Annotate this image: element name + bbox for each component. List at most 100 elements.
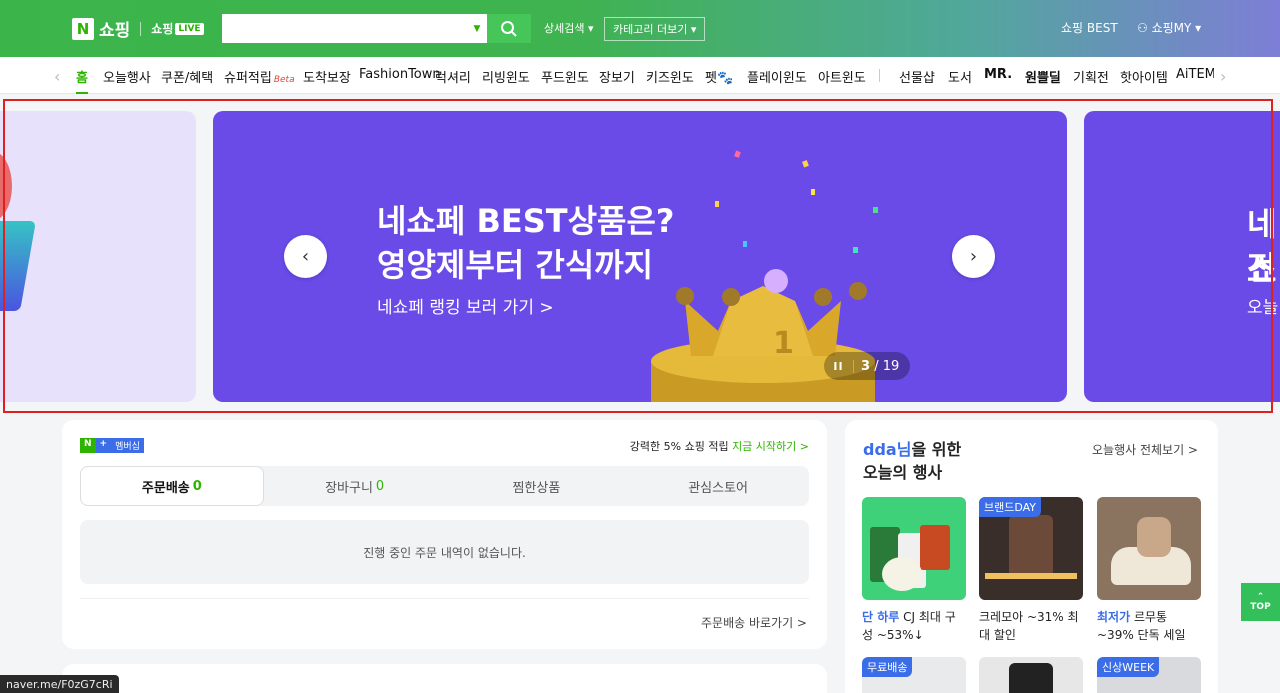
- top-label: TOP: [1250, 602, 1271, 612]
- nav-item-food[interactable]: 푸드윈도: [541, 67, 589, 86]
- total-pages: / 19: [874, 358, 900, 374]
- category-more-button[interactable]: 카테고리 더보기 ▾: [604, 17, 706, 41]
- event-text: 크레모아 ~31% 최대 할인: [979, 608, 1083, 644]
- chevron-left-icon: ‹: [301, 246, 310, 267]
- chevron-down-icon[interactable]: ▼: [467, 14, 487, 43]
- event-text: 단 하루 CJ 최대 구성 ~53%↓: [862, 608, 966, 644]
- event-card[interactable]: 최저가 르무통 ~39% 단독 세일: [1097, 497, 1201, 644]
- page-counter: 3 / 19: [854, 359, 899, 374]
- membership-panel: N + 멤버십 강력한 5% 쇼핑 적립 지금 시작하기 > 주문배송 0 장바구…: [62, 420, 827, 649]
- banner-carousel: 네쇼페 BEST상품은? 영양제부터 간식까지 네쇼페 랭킹 보러 가기 > 1: [0, 99, 1280, 413]
- nav-item-delivery[interactable]: 도착보장: [303, 67, 351, 86]
- naver-n-icon: N: [72, 17, 94, 40]
- tab-wishlist[interactable]: 찜한상품: [446, 466, 628, 506]
- pause-icon[interactable]: II: [824, 359, 854, 373]
- user-name: dda님: [863, 440, 912, 459]
- badge-n: N: [80, 438, 96, 453]
- scroll-top-button[interactable]: ⌃ TOP: [1241, 583, 1280, 621]
- tab-count: 0: [375, 478, 385, 494]
- event-card[interactable]: 단 하루 CJ 최대 구성 ~53%↓: [862, 497, 966, 644]
- chevron-up-icon: ⌃: [1256, 592, 1265, 602]
- banner-slide-next[interactable]: 네쇼 전 오늘: [1084, 111, 1280, 402]
- nav-item-promotion[interactable]: 기획전: [1073, 67, 1109, 86]
- nav-item-luxury[interactable]: 럭셔리: [435, 67, 471, 86]
- nav-item-grocery[interactable]: 장보기: [599, 67, 635, 86]
- tab-stores[interactable]: 관심스토어: [627, 466, 809, 506]
- shopping-my-link[interactable]: ⚇ 쇼핑MY ▾: [1137, 19, 1201, 36]
- event-image: 브랜드DAY: [979, 497, 1083, 600]
- search-icon: [501, 20, 517, 37]
- tab-count: 0: [192, 478, 202, 494]
- nav-item-aitems[interactable]: AiTEMS: [1176, 67, 1214, 82]
- nav-item-coupon[interactable]: 쿠폰/혜택: [161, 67, 213, 86]
- nav-item-art[interactable]: 아트윈도: [818, 67, 866, 86]
- event-card[interactable]: 신상WEEK: [1097, 657, 1201, 693]
- event-highlight: 단 하루: [862, 610, 900, 624]
- nav-item-mr[interactable]: MR.: [984, 67, 1012, 82]
- product-shape: [882, 557, 922, 591]
- event-tag: 브랜드DAY: [979, 497, 1042, 517]
- nav-item-fashiontown[interactable]: FashionTown: [359, 67, 441, 82]
- search-input[interactable]: [222, 14, 467, 43]
- naver-shopping-logo[interactable]: N 쇼핑 쇼핑 LIVE: [72, 16, 204, 41]
- nav-label: 슈퍼적립: [224, 71, 272, 86]
- detail-search-link[interactable]: 상세검색 ▾: [544, 20, 594, 36]
- nav-item-super-points[interactable]: 슈퍼적립 Beta: [224, 67, 295, 86]
- shopping-best-link[interactable]: 쇼핑 BEST: [1061, 19, 1118, 36]
- nav-item-books[interactable]: 도서: [948, 67, 972, 86]
- today-events-panel: dda님을 위한 오늘의 행사 오늘행사 전체보기 > 단 하루 CJ 최대 구…: [845, 420, 1218, 693]
- nav-item-pet[interactable]: 펫🐾: [705, 67, 733, 86]
- events-all-link[interactable]: 오늘행사 전체보기 >: [1092, 441, 1198, 458]
- user-icon: ⚇: [1137, 21, 1148, 35]
- event-image: [1097, 497, 1201, 600]
- membership-promo[interactable]: 강력한 5% 쇼핑 적립 지금 시작하기 >: [630, 438, 809, 454]
- nav-item-home[interactable]: 홈: [76, 67, 88, 94]
- category-nav: ‹ 홈 오늘행사 쿠폰/혜택 슈퍼적립 Beta 도착보장 FashionTown…: [0, 57, 1280, 94]
- badge-label: 멤버십: [111, 438, 144, 453]
- event-card[interactable]: 브랜드DAY 크레모아 ~31% 최대 할인: [979, 497, 1083, 644]
- nav-prev-icon[interactable]: ‹: [54, 67, 60, 86]
- shopping-live-link[interactable]: 쇼핑: [151, 20, 173, 37]
- banner-subtitle[interactable]: 네쇼페 랭킹 보러 가기 >: [377, 293, 554, 318]
- paw-icon: 🐾: [716, 71, 734, 86]
- product-shape: [1009, 515, 1053, 577]
- nav-item-play[interactable]: 플레이윈도: [747, 67, 807, 86]
- banner-slide-prev[interactable]: [0, 111, 196, 402]
- nav-item-kids[interactable]: 키즈윈도: [646, 67, 694, 86]
- event-card[interactable]: [979, 657, 1083, 693]
- decorative-shape: [0, 151, 12, 221]
- event-card[interactable]: 무료배송: [862, 657, 966, 693]
- next-slide-subtitle: 오늘: [1247, 298, 1279, 318]
- nav-item-gift[interactable]: 선물샵: [899, 67, 935, 86]
- tab-label: 찜한상품: [512, 480, 561, 496]
- nav-next-icon[interactable]: ›: [1220, 67, 1226, 86]
- category-more-label: 카테고리 더보기: [613, 23, 688, 36]
- nav-label: 펫: [705, 71, 717, 86]
- product-shape: [920, 525, 950, 570]
- tab-cart[interactable]: 장바구니 0: [264, 466, 446, 506]
- next-slide-title-line2: 전: [1247, 249, 1277, 287]
- nav-item-oneplus[interactable]: 원쁠딜: [1025, 67, 1061, 86]
- nav-divider: [879, 69, 880, 82]
- event-image: [862, 497, 966, 600]
- tab-label: 관심스토어: [688, 480, 749, 496]
- goto-orders-link[interactable]: 주문배송 바로가기 >: [701, 614, 807, 631]
- carousel-prev-button[interactable]: ‹: [284, 235, 327, 278]
- order-tabs: 주문배송 0 장바구니 0 찜한상품 관심스토어: [80, 466, 809, 506]
- carousel-next-button[interactable]: ›: [952, 235, 995, 278]
- promo-cta[interactable]: 지금 시작하기 >: [732, 440, 809, 453]
- nav-item-living[interactable]: 리빙윈도: [482, 67, 530, 86]
- banner-slide-current[interactable]: 네쇼페 BEST상품은? 영양제부터 간식까지 네쇼페 랭킹 보러 가기 > 1: [213, 111, 1067, 402]
- divider: [80, 598, 809, 599]
- event-desc: 크레모아 ~31% 최대 할인: [979, 610, 1079, 642]
- tab-orders[interactable]: 주문배송 0: [80, 466, 264, 506]
- nav-item-hot[interactable]: 핫아이템: [1120, 67, 1168, 86]
- nav-item-today[interactable]: 오늘행사: [103, 67, 151, 86]
- top-header: N 쇼핑 쇼핑 LIVE ▼ 상세검색 ▾ 카테고리 더보기 ▾ 쇼핑 BEST…: [0, 0, 1280, 57]
- search-button[interactable]: [487, 14, 531, 43]
- live-badge: LIVE: [175, 22, 204, 35]
- event-highlight: 최저가: [1097, 610, 1131, 624]
- event-tag: 신상WEEK: [1097, 657, 1160, 677]
- current-page: 3: [861, 358, 871, 374]
- status-bar-url: naver.me/F0zG7cRi: [0, 675, 119, 693]
